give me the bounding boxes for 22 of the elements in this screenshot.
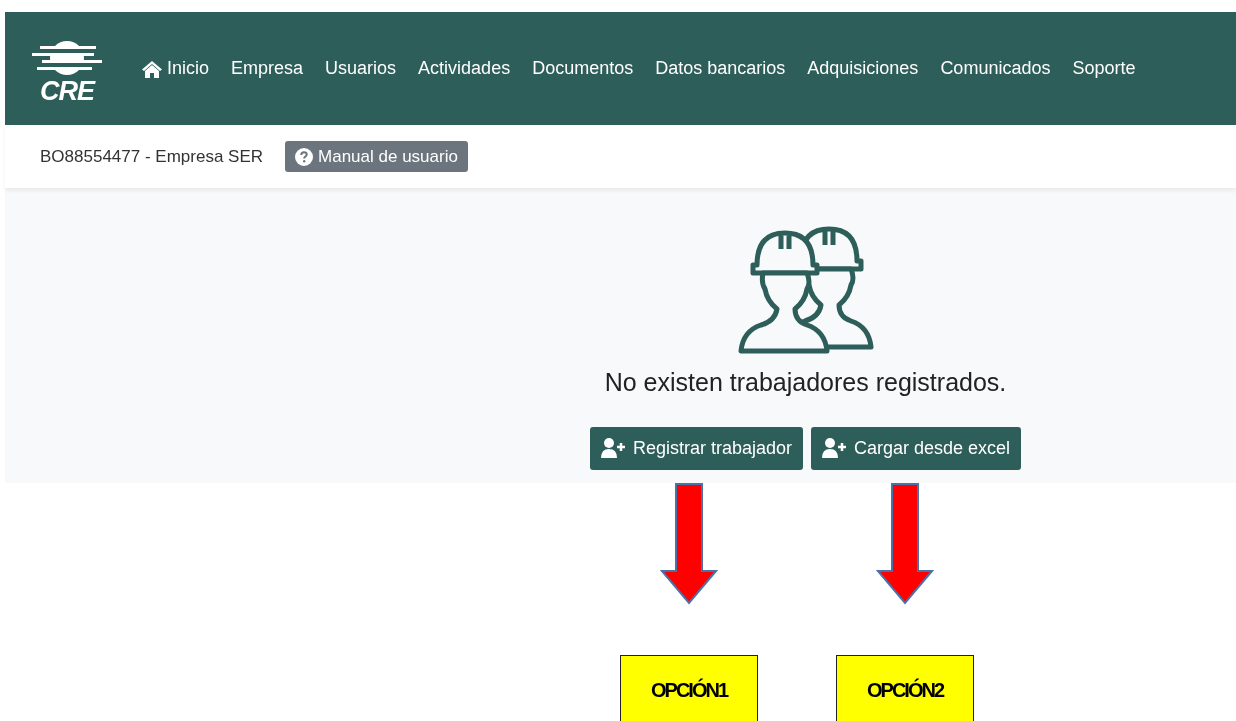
home-icon [141,59,163,78]
empty-message: No existen trabajadores registrados. [604,367,1007,398]
company-name: BO88554477 - Empresa SER [40,145,263,168]
manual-button[interactable]: Manual de usuario [285,140,468,173]
nav-link[interactable]: Actividades [418,55,511,82]
logo-text: CRE [40,78,94,105]
nav-link[interactable]: Comunicados [940,55,1051,82]
nav-link[interactable]: Soporte [1072,55,1136,82]
action-button[interactable]: Registrar trabajador [589,426,803,470]
nav-link[interactable]: Usuarios [325,55,397,82]
nav-link[interactable]: Inicio [141,55,210,82]
nav-link[interactable]: Datos bancarios [655,55,786,82]
nav-link[interactable]: Empresa [231,55,304,82]
nav-link[interactable]: Documentos [532,55,634,82]
option-label: OPCIÓN1 [620,655,758,721]
add-user-icon [822,438,848,458]
action-button[interactable]: Cargar desde excel [811,426,1022,470]
sun-stripes-icon [32,38,102,78]
add-user-icon [600,438,627,458]
nav-link[interactable]: Adquisiciones [807,55,919,82]
option-label: OPCIÓN2 [836,655,974,721]
help-icon [295,147,313,166]
